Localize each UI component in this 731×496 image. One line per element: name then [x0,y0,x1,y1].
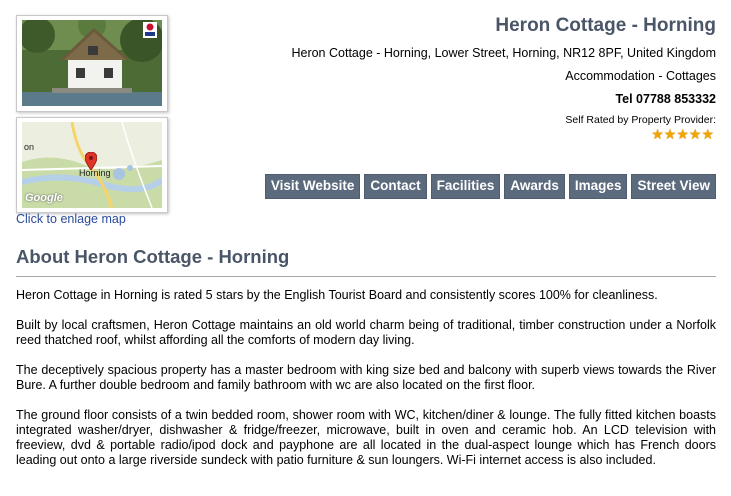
about-paragraph: The ground floor consists of a twin bedd… [16,408,716,467]
map-thumbnail-frame[interactable]: on Horning Google [16,117,168,213]
about-paragraph: Built by local craftsmen, Heron Cottage … [16,318,716,347]
property-photo-frame[interactable] [16,15,168,112]
about-content: Heron Cottage in Horning is rated 5 star… [16,288,716,483]
map-thumbnail[interactable]: on Horning Google [22,122,162,208]
contact-button[interactable]: Contact [364,174,427,199]
google-logo: Google [25,192,63,204]
images-button[interactable]: Images [568,174,628,199]
property-photo[interactable] [22,20,162,106]
about-paragraph: Heron Cottage in Horning is rated 5 star… [16,288,658,302]
visit-website-button[interactable]: Visit Website [264,174,361,199]
property-nav: Visit Website Contact Facilities Awards … [264,174,716,199]
star-rating-icon: ★★★★★ [651,126,714,142]
map-pin-icon [85,152,97,170]
enlarge-map-link[interactable]: Click to enlage map [16,212,126,226]
property-telephone: Tel 07788 853332 [615,92,716,106]
rating-label: Self Rated by Property Provider: [565,114,716,126]
about-paragraph: The deceptively spacious property has a … [16,363,716,392]
property-address: Heron Cottage - Horning, Lower Street, H… [291,46,716,60]
map-place-label: on [24,142,35,152]
about-heading: About Heron Cottage - Horning [16,246,290,267]
page-title: Heron Cottage - Horning [495,15,716,36]
facilities-button[interactable]: Facilities [430,174,501,199]
awards-button[interactable]: Awards [504,174,565,199]
property-category: Accommodation - Cottages [565,69,716,83]
section-divider [16,276,716,277]
street-view-button[interactable]: Street View [631,174,716,199]
